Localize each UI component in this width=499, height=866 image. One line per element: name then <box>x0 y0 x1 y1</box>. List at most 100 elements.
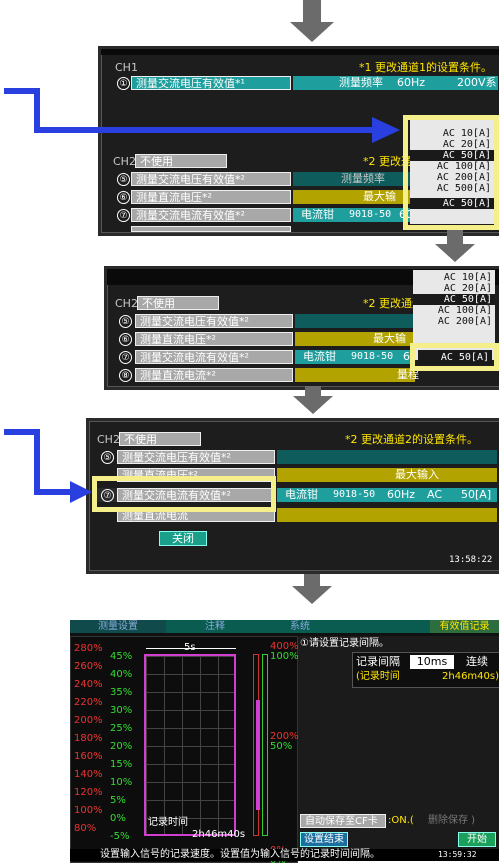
partial-freq: 测量频率 <box>341 172 385 185</box>
max-input: 最大输入 <box>395 468 439 481</box>
highlight-range-value <box>410 343 499 371</box>
bar-top-green: 100% <box>270 651 299 662</box>
clock: 13:59:32 <box>438 850 477 859</box>
mode-value[interactable]: 连续 <box>466 655 488 669</box>
tab-comment[interactable]: 注释 <box>170 620 260 633</box>
clamp-label: 电流钳 <box>303 350 336 363</box>
red-scale-tick: 200% <box>74 715 103 726</box>
ch2-note: *2 更改通道2的设置条件。 <box>345 433 478 446</box>
close-button[interactable]: 关闭 <box>159 531 207 546</box>
ch2-mode-button[interactable]: 不使用 <box>135 154 227 168</box>
option-1-number: ① <box>117 77 130 90</box>
record-screen: 测量设置 注释 系统 有效值记录 5s 记录时间 2h46m40s 400% 1… <box>70 620 499 866</box>
green-scale-tick: 30% <box>110 705 133 716</box>
start-button[interactable]: 开始 <box>458 832 496 847</box>
ch1-mode-button[interactable]: 测量交流电压有效值*¹ <box>131 76 291 90</box>
option-ac-current[interactable]: 测量交流电流有效值*² <box>135 350 293 364</box>
clamp-ac: AC <box>427 488 443 501</box>
option-dc-voltage[interactable]: 测量直流电压*² <box>135 332 293 346</box>
green-scale-tick: 10% <box>110 777 133 788</box>
interval-label: 记录间隔 <box>356 655 400 668</box>
red-scale-tick: 160% <box>74 751 103 762</box>
flow-arrow-head-1 <box>290 22 334 42</box>
freq-label: 测量频率 <box>339 76 383 89</box>
range-option[interactable]: AC 200[A] <box>413 316 495 327</box>
setup-end-button[interactable]: 设置结束 <box>300 832 348 847</box>
option-ac-current[interactable]: 测量交流电流有效值*² <box>131 208 291 222</box>
level-bar-green <box>262 654 268 836</box>
ch2-label: CH2 <box>115 297 138 310</box>
clamp-range: 50[A] <box>461 488 492 501</box>
time-span: 5s <box>184 642 196 653</box>
highlight-selected-option <box>92 476 276 512</box>
green-scale-tick: 45% <box>110 651 133 662</box>
option-ac-voltage[interactable]: 测量交流电压有效值*² <box>131 172 291 186</box>
option-6-number: ⑥ <box>117 191 130 204</box>
ch2-label: CH2 <box>113 155 136 168</box>
tab-system[interactable]: 系统 <box>260 620 340 633</box>
option-dc-voltage-bar <box>277 468 497 482</box>
graph-frame <box>144 654 236 836</box>
option-dc-current[interactable]: 测量直流电流*² <box>135 368 293 382</box>
red-scale-tick: 100% <box>74 805 103 816</box>
interval-value[interactable]: 10ms <box>410 655 454 669</box>
range-option[interactable]: AC 10[A] <box>413 272 495 283</box>
option-8-partial <box>131 226 291 232</box>
graph-record-time-value: 2h46m40s <box>192 829 246 840</box>
ch2-label: CH2 <box>97 433 120 446</box>
option-ac-voltage-bar <box>277 450 497 464</box>
delete-save: 删除保存 ) <box>428 815 476 826</box>
pointer-arrow-2-v <box>34 429 40 495</box>
option-ac-voltage[interactable]: 测量交流电压有效值*² <box>135 314 293 328</box>
footer-text: 设置输入信号的记录速度。设置值为输入信号的记录时间间隔。 <box>100 849 380 860</box>
range-option[interactable]: AC 100[A] <box>413 305 495 316</box>
flow-arrow-head-4 <box>292 586 332 604</box>
range-option-selected[interactable]: AC 50[A] <box>413 294 495 305</box>
pointer-arrow-1-h2 <box>34 127 374 133</box>
record-time-label: (记录时间 <box>356 671 400 682</box>
max-input: 最大输 <box>373 332 406 345</box>
option-dc-current-bar <box>277 508 497 522</box>
green-scale-tick: 20% <box>110 741 133 752</box>
ch2-mode-button[interactable]: 不使用 <box>119 432 201 446</box>
flow-arrow-down-1 <box>303 0 321 24</box>
tab-measure[interactable]: 测量设置 <box>70 620 166 633</box>
clamp-model: 9018-50 <box>349 209 392 220</box>
clamp-freq: 60Hz <box>387 488 416 501</box>
flow-arrow-head-2 <box>435 244 475 262</box>
autosave-button[interactable]: 自动保存至CF卡 <box>300 814 386 828</box>
green-scale-tick: -5% <box>110 831 130 842</box>
red-scale-tick: 260% <box>74 661 103 672</box>
ch1-label: CH1 <box>115 61 138 74</box>
clamp-model: 9018-50 <box>333 489 376 500</box>
green-scale-tick: 35% <box>110 687 133 698</box>
bar-mid-green: 50% <box>270 741 293 752</box>
red-scale-tick: 280% <box>74 643 103 654</box>
clamp-label: 电流钳 <box>285 488 318 501</box>
tab-rms-record[interactable]: 有效值记录 <box>430 620 499 633</box>
red-scale-tick: 120% <box>74 787 103 798</box>
graph-record-time-label: 记录时间 <box>148 817 188 828</box>
green-scale-tick: 0% <box>110 813 126 824</box>
max-input: 最大输 <box>363 190 396 203</box>
option-dc-voltage[interactable]: 测量直流电压*² <box>131 190 291 204</box>
red-scale-tick: 180% <box>74 733 103 744</box>
red-scale-tick: 240% <box>74 679 103 690</box>
clamp-label: 电流钳 <box>301 208 334 221</box>
green-scale-tick: 25% <box>110 723 133 734</box>
option-ac-voltage-bar <box>295 314 415 328</box>
range-value[interactable]: 200V系 <box>457 76 497 90</box>
range-option[interactable]: AC 20[A] <box>413 283 495 294</box>
option-ac-voltage[interactable]: 测量交流电压有效值*² <box>117 450 275 464</box>
ch2-mode-button[interactable]: 不使用 <box>137 296 219 310</box>
freq-value[interactable]: 60Hz <box>397 76 425 90</box>
flow-arrow-head-3 <box>293 396 333 414</box>
ch1-note: *1 更改通道1的设置条件。 <box>359 61 492 74</box>
red-scale-tick: 140% <box>74 769 103 780</box>
level-bar-pink <box>256 700 260 810</box>
option-6-number: ⑥ <box>119 333 132 346</box>
option-5-number: ⑤ <box>119 315 132 328</box>
record-time-value: 2h46m40s) <box>442 671 499 682</box>
instruction: ①请设置记录间隔。 <box>300 638 389 649</box>
green-scale-tick: 5% <box>110 795 126 806</box>
